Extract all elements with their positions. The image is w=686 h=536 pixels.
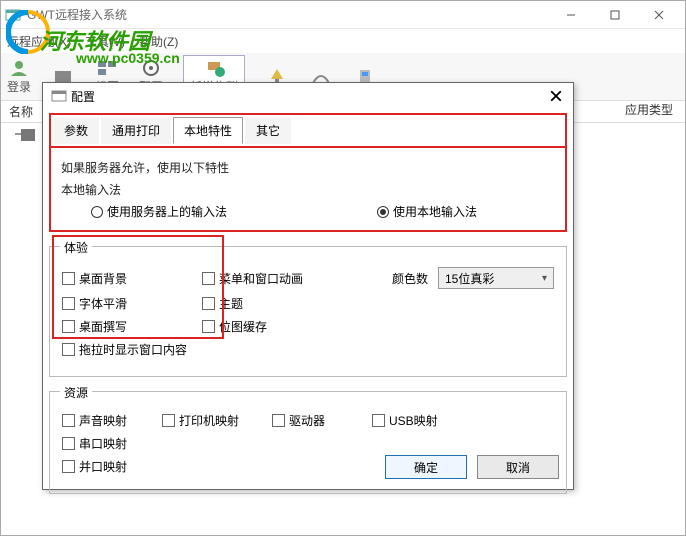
cb-printer[interactable]: 打印机映射 bbox=[162, 412, 272, 429]
app-icon bbox=[5, 7, 21, 23]
color-value: 15位真彩 bbox=[445, 270, 494, 287]
toolbar-login[interactable]: 登录 bbox=[7, 55, 31, 99]
cb-theme[interactable]: 主题 bbox=[202, 295, 342, 312]
checkbox-icon bbox=[272, 414, 285, 427]
ime-title: 本地输入法 bbox=[61, 181, 555, 198]
dialog-titlebar: 配置 bbox=[43, 83, 573, 109]
menubar: 远程应用(X) 工具(V) 帮助(Z) bbox=[1, 29, 685, 53]
checkbox-icon bbox=[372, 414, 385, 427]
radio-local-ime[interactable]: 使用本地输入法 bbox=[377, 203, 477, 220]
col-apptype[interactable]: 应用类型 bbox=[625, 101, 673, 118]
tab-other[interactable]: 其它 bbox=[245, 117, 291, 144]
ok-button[interactable]: 确定 bbox=[385, 455, 467, 479]
cb-font-smooth[interactable]: 字体平滑 bbox=[62, 295, 202, 312]
radio-label: 使用本地输入法 bbox=[393, 203, 477, 220]
checkbox-icon bbox=[62, 272, 75, 285]
color-select[interactable]: 15位真彩 ▾ bbox=[438, 267, 554, 289]
tab-print[interactable]: 通用打印 bbox=[101, 117, 171, 144]
dialog-icon bbox=[51, 88, 67, 104]
redbox-top: 如果服务器允许，使用以下特性 本地输入法 使用服务器上的输入法 使用本地输入法 bbox=[49, 148, 567, 232]
dialog-buttons: 确定 取消 bbox=[385, 455, 559, 479]
tab-local-props[interactable]: 本地特性 bbox=[173, 117, 243, 144]
checkbox-icon bbox=[202, 297, 215, 310]
cb-drag-window[interactable]: 拖拉时显示窗口内容 bbox=[62, 341, 222, 358]
window-title: GWT远程接入系统 bbox=[27, 6, 549, 23]
experience-title: 体验 bbox=[60, 239, 92, 256]
dialog-close-button[interactable] bbox=[547, 87, 565, 105]
dialog-title-text: 配置 bbox=[71, 88, 547, 105]
resource-title: 资源 bbox=[60, 384, 92, 401]
tab-params[interactable]: 参数 bbox=[53, 117, 99, 144]
cb-desktop-compose[interactable]: 桌面撰写 bbox=[62, 318, 202, 335]
radio-icon bbox=[377, 206, 389, 218]
radio-icon bbox=[91, 206, 103, 218]
menu-remote-app[interactable]: 远程应用(X) bbox=[7, 33, 71, 50]
cb-drive[interactable]: 驱动器 bbox=[272, 412, 372, 429]
experience-group: 体验 桌面背景 菜单和窗口动画 颜色数 15位真彩 ▾ 字体平滑 主题 桌面撰写… bbox=[49, 246, 567, 377]
hint-text: 如果服务器允许，使用以下特性 bbox=[61, 159, 555, 176]
tree-icon[interactable] bbox=[15, 127, 37, 146]
checkbox-icon bbox=[202, 272, 215, 285]
col-name[interactable]: 名称 bbox=[9, 103, 39, 120]
checkbox-icon bbox=[62, 297, 75, 310]
cb-serial[interactable]: 串口映射 bbox=[62, 435, 162, 452]
cb-usb[interactable]: USB映射 bbox=[372, 412, 472, 429]
cb-menu-anim[interactable]: 菜单和窗口动画 bbox=[202, 270, 342, 287]
cb-bitmap-cache[interactable]: 位图缓存 bbox=[202, 318, 342, 335]
minimize-button[interactable] bbox=[549, 2, 593, 28]
color-label: 颜色数 bbox=[392, 270, 428, 287]
cancel-button[interactable]: 取消 bbox=[477, 455, 559, 479]
cb-desktop-bg[interactable]: 桌面背景 bbox=[62, 270, 202, 287]
checkbox-icon bbox=[202, 320, 215, 333]
menu-tools[interactable]: 工具(V) bbox=[85, 33, 125, 50]
checkbox-icon bbox=[62, 343, 75, 356]
checkbox-icon bbox=[62, 414, 75, 427]
tab-bar: 参数 通用打印 本地特性 其它 bbox=[49, 113, 567, 148]
checkbox-icon bbox=[62, 437, 75, 450]
maximize-button[interactable] bbox=[593, 2, 637, 28]
checkbox-icon bbox=[62, 460, 75, 473]
chevron-down-icon: ▾ bbox=[542, 273, 547, 284]
checkbox-icon bbox=[62, 320, 75, 333]
config-dialog: 配置 参数 通用打印 本地特性 其它 如果服务器允许，使用以下特性 本地输入法 … bbox=[42, 82, 574, 490]
radio-label: 使用服务器上的输入法 bbox=[107, 203, 227, 220]
close-button[interactable] bbox=[637, 2, 681, 28]
cb-parallel[interactable]: 并口映射 bbox=[62, 458, 162, 475]
titlebar: GWT远程接入系统 bbox=[1, 1, 685, 29]
radio-server-ime[interactable]: 使用服务器上的输入法 bbox=[91, 203, 227, 220]
menu-help[interactable]: 帮助(Z) bbox=[139, 33, 178, 50]
cb-audio[interactable]: 声音映射 bbox=[62, 412, 162, 429]
checkbox-icon bbox=[162, 414, 175, 427]
